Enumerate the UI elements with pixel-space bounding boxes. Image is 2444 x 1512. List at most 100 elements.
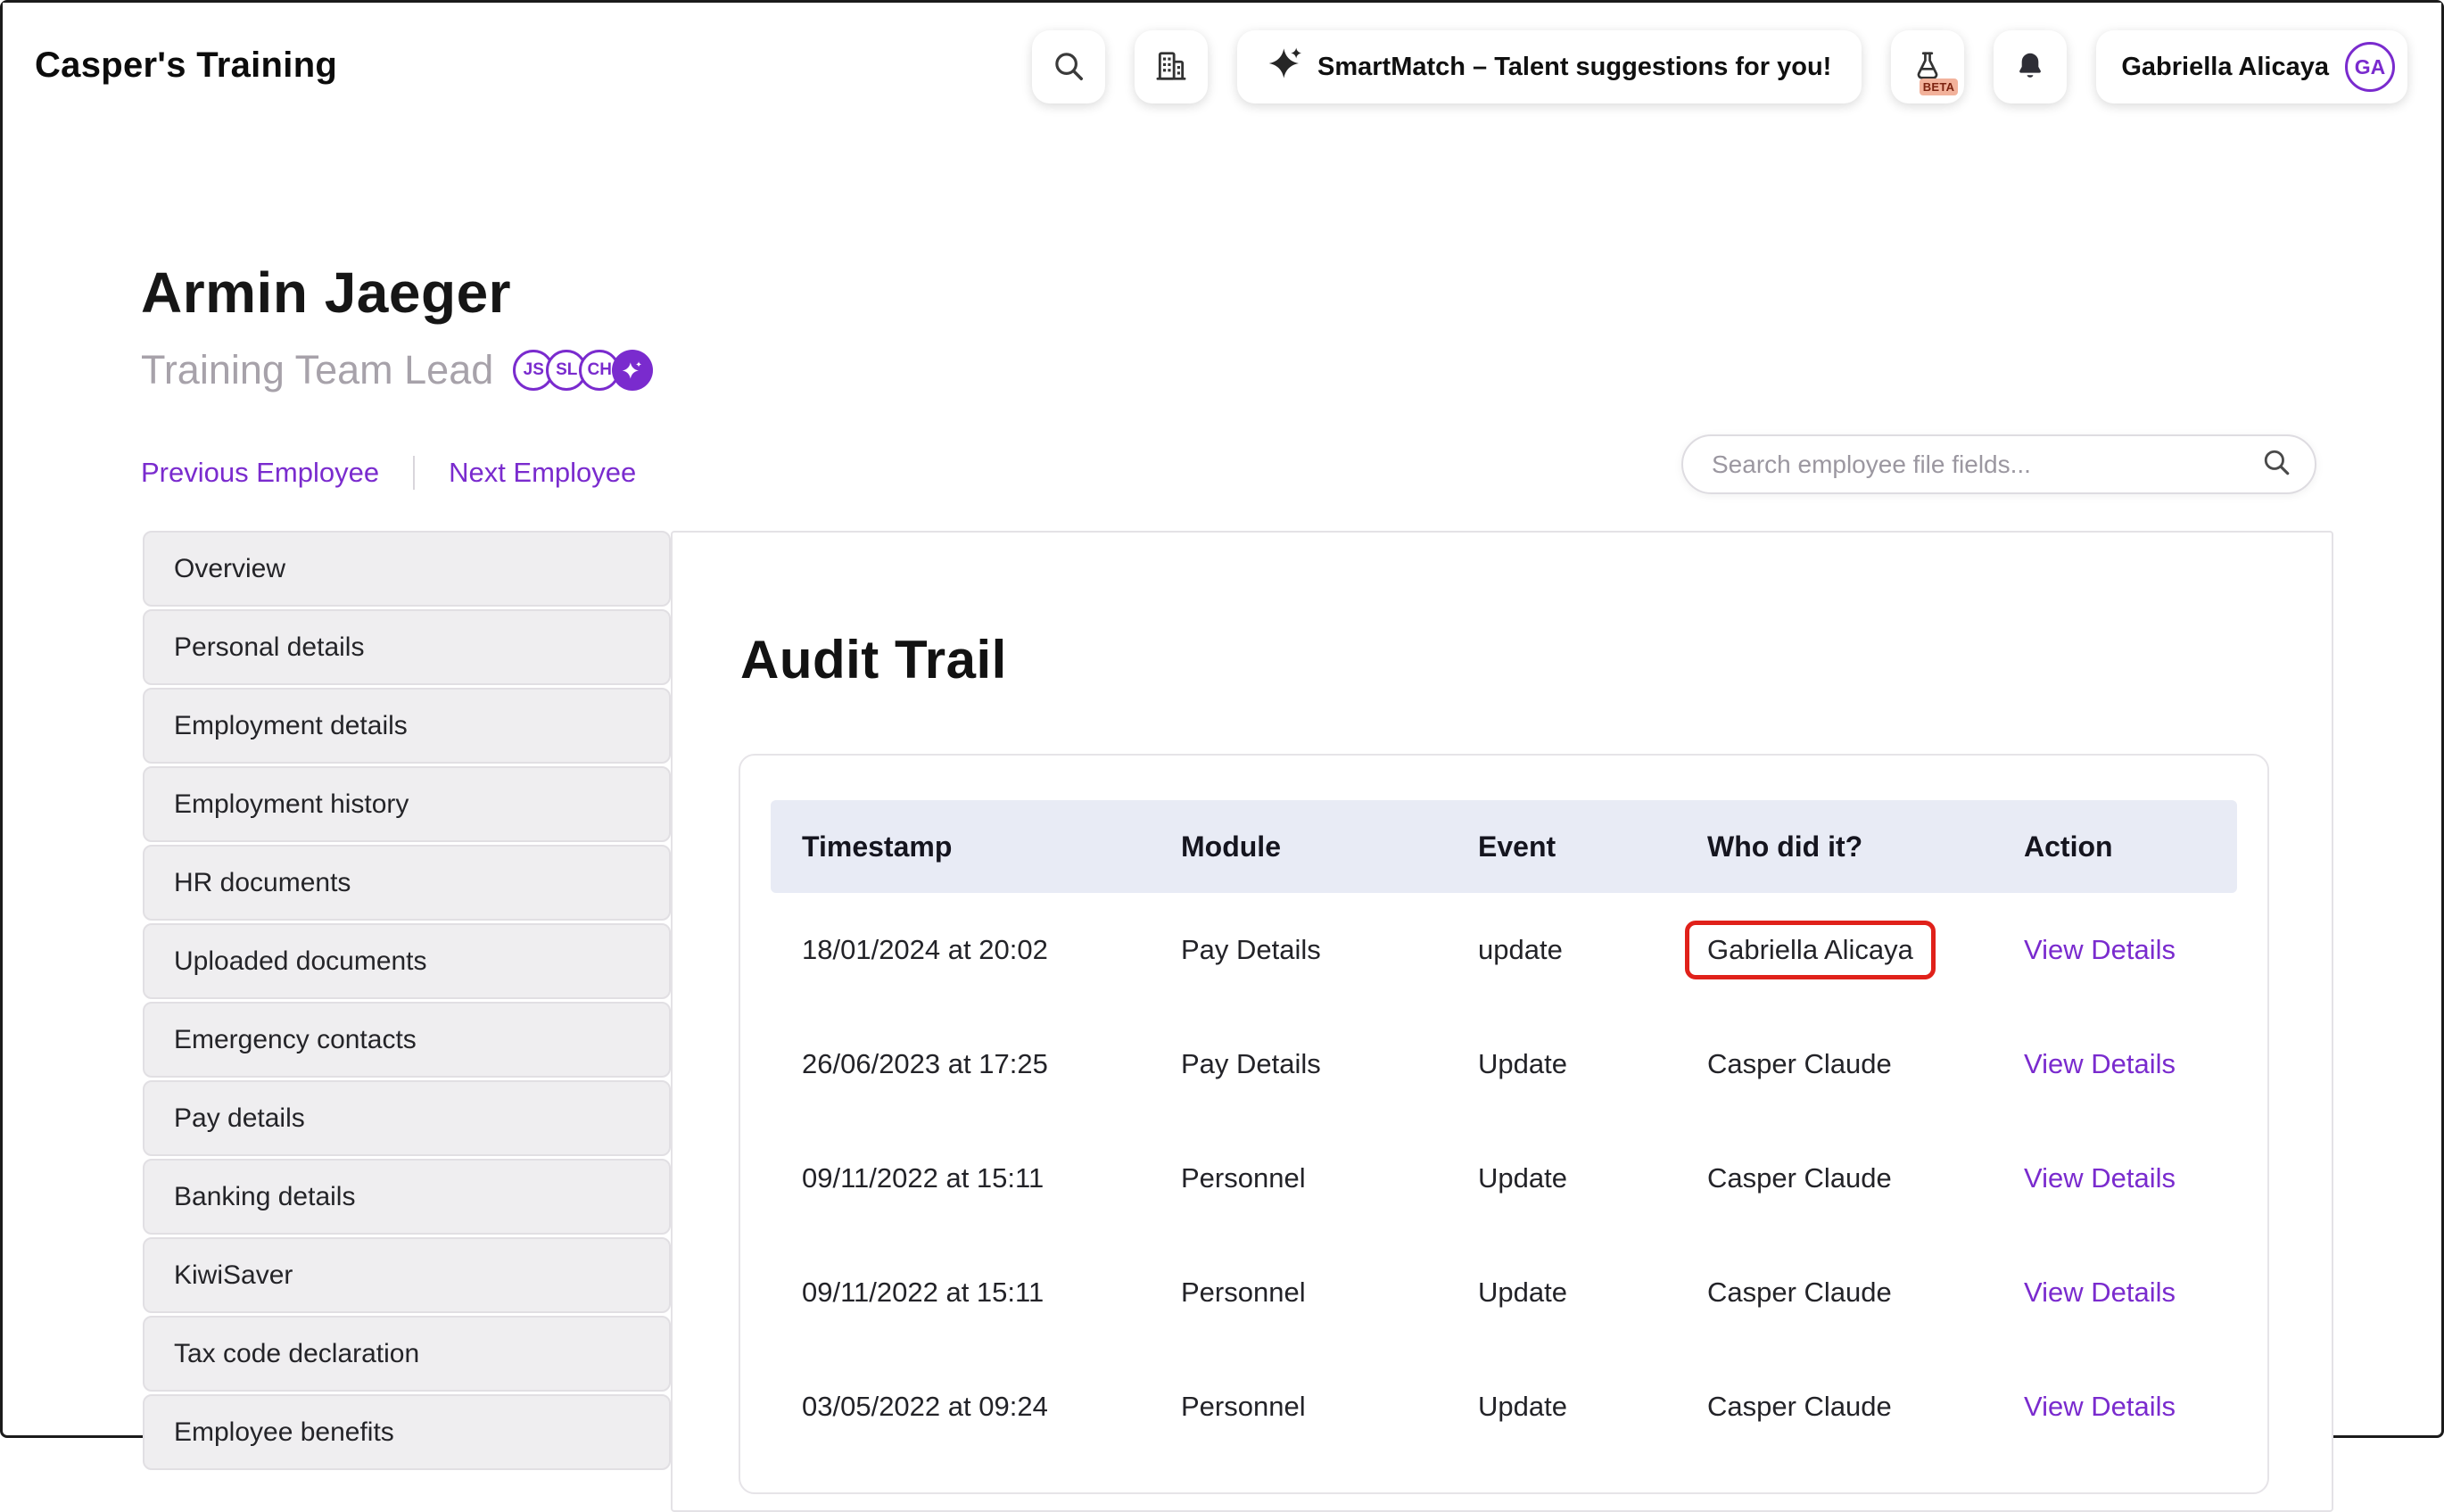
column-header: Timestamp (771, 830, 1150, 863)
column-header: Event (1447, 830, 1676, 863)
organisation-button[interactable] (1135, 30, 1208, 103)
sidebar-item[interactable]: Employment history (143, 766, 671, 842)
column-header: Action (1993, 830, 2237, 863)
cell-event: Update (1447, 1048, 1676, 1080)
sidebar-item-label: Pay details (174, 1103, 305, 1134)
cell-who: Casper Claude (1676, 1048, 1993, 1080)
employee-file-search (1681, 434, 2316, 494)
cell-module: Pay Details (1150, 1048, 1447, 1080)
cell-event: update (1447, 934, 1676, 966)
cell-module: Personnel (1150, 1277, 1447, 1309)
table-header: Timestamp Module Event Who did it? Actio… (771, 800, 2237, 893)
view-details-link[interactable]: View Details (2024, 1162, 2176, 1194)
sidebar: Overview Personal details Employment det… (143, 531, 671, 1473)
beta-labs-button[interactable]: BETA (1891, 30, 1964, 103)
sidebar-item[interactable]: Uploaded documents (143, 923, 671, 999)
page-title: Audit Trail (740, 629, 1007, 690)
employee-role: Training Team Lead (141, 347, 493, 393)
app-title: Casper's Training (35, 45, 337, 86)
who-value: Casper Claude (1707, 1277, 1892, 1309)
cell-event: Update (1447, 1391, 1676, 1423)
content-panel: Audit Trail Timestamp Module Event Who d… (671, 531, 2333, 1512)
sidebar-item-label: KiwiSaver (174, 1260, 293, 1291)
sidebar-item-label: Uploaded documents (174, 946, 427, 977)
sidebar-item[interactable]: Banking details (143, 1159, 671, 1235)
who-value: Gabriella Alicaya (1685, 921, 1936, 979)
employee-pager: Previous Employee Next Employee (141, 456, 636, 490)
sidebar-item-label: Tax code declaration (174, 1339, 419, 1369)
cell-event: Update (1447, 1162, 1676, 1194)
ai-sparkle-badge[interactable] (612, 350, 653, 391)
cell-action: View Details (1993, 1277, 2237, 1309)
table-row: 18/01/2024 at 20:02 Pay Details update G… (771, 893, 2237, 1007)
column-header: Module (1150, 830, 1447, 863)
cell-module: Personnel (1150, 1391, 1447, 1423)
cell-action: View Details (1993, 1048, 2237, 1080)
sidebar-item-label: HR documents (174, 868, 351, 898)
audit-table-card: Timestamp Module Event Who did it? Actio… (739, 754, 2269, 1494)
cell-module: Pay Details (1150, 934, 1447, 966)
employee-name: Armin Jaeger (141, 260, 511, 326)
sidebar-item[interactable]: Employee benefits (143, 1394, 671, 1470)
employee-subtitle: Training Team Lead JS SL CH (141, 347, 653, 393)
cell-who: Casper Claude (1676, 1277, 1993, 1309)
cell-timestamp: 26/06/2023 at 17:25 (771, 1048, 1150, 1080)
sidebar-item-label: Personal details (174, 632, 364, 663)
notifications-button[interactable] (1994, 30, 2067, 103)
cell-who: Casper Claude (1676, 1391, 1993, 1423)
sidebar-item[interactable]: Employment details (143, 688, 671, 764)
user-menu[interactable]: Gabriella Alicaya GA (2096, 30, 2407, 103)
smartmatch-button[interactable]: SmartMatch – Talent suggestions for you! (1237, 30, 1862, 103)
who-value: Casper Claude (1707, 1162, 1892, 1194)
sidebar-item[interactable]: Personal details (143, 609, 671, 685)
cell-timestamp: 18/01/2024 at 20:02 (771, 934, 1150, 966)
cell-timestamp: 03/05/2022 at 09:24 (771, 1391, 1150, 1423)
building-icon (1154, 49, 1188, 86)
sidebar-item-label: Employment details (174, 711, 408, 741)
sidebar-item[interactable]: HR documents (143, 845, 671, 921)
table-row: 09/11/2022 at 15:11 Personnel Update Cas… (771, 1235, 2237, 1350)
table-row: 09/11/2022 at 15:11 Personnel Update Cas… (771, 1121, 2237, 1235)
cell-action: View Details (1993, 1162, 2237, 1194)
cell-timestamp: 09/11/2022 at 15:11 (771, 1162, 1150, 1194)
table-row: 03/05/2022 at 09:24 Personnel Update Cas… (771, 1350, 2237, 1464)
cell-timestamp: 09/11/2022 at 15:11 (771, 1277, 1150, 1309)
table-body: 18/01/2024 at 20:02 Pay Details update G… (771, 893, 2237, 1464)
sidebar-item-label: Emergency contacts (174, 1025, 417, 1055)
sidebar-item[interactable]: KiwiSaver (143, 1237, 671, 1313)
view-details-link[interactable]: View Details (2024, 1391, 2176, 1422)
sidebar-item[interactable]: Tax code declaration (143, 1316, 671, 1392)
who-value: Casper Claude (1707, 1391, 1892, 1423)
divider (413, 456, 415, 490)
employee-badges: JS SL CH (513, 350, 653, 391)
cell-event: Update (1447, 1277, 1676, 1309)
cell-action: View Details (1993, 1391, 2237, 1423)
sparkle-icon (1267, 45, 1303, 88)
sidebar-item-label: Overview (174, 554, 285, 584)
cell-who: Gabriella Alicaya (1676, 921, 1993, 979)
view-details-link[interactable]: View Details (2024, 934, 2176, 965)
avatar: GA (2345, 42, 2395, 92)
cell-who: Casper Claude (1676, 1162, 1993, 1194)
next-employee-link[interactable]: Next Employee (449, 457, 636, 489)
sidebar-item[interactable]: Emergency contacts (143, 1002, 671, 1078)
table-row: 26/06/2023 at 17:25 Pay Details Update C… (771, 1007, 2237, 1121)
search-input[interactable] (1712, 450, 2261, 479)
previous-employee-link[interactable]: Previous Employee (141, 457, 379, 489)
sidebar-item-label: Employment history (174, 789, 409, 820)
who-value: Casper Claude (1707, 1048, 1892, 1080)
sidebar-item[interactable]: Pay details (143, 1080, 671, 1156)
column-header: Who did it? (1676, 830, 1993, 863)
beta-badge: BETA (1920, 78, 1959, 95)
global-search-button[interactable] (1032, 30, 1105, 103)
view-details-link[interactable]: View Details (2024, 1277, 2176, 1308)
search-icon[interactable] (2261, 447, 2291, 482)
bell-icon (2014, 50, 2046, 85)
smartmatch-label: SmartMatch – Talent suggestions for you! (1317, 53, 1831, 82)
topbar: Casper's Training (3, 3, 2441, 131)
search-icon (1052, 49, 1086, 86)
topbar-actions: SmartMatch – Talent suggestions for you!… (1032, 30, 2407, 103)
sidebar-item[interactable]: Overview (143, 531, 671, 607)
cell-module: Personnel (1150, 1162, 1447, 1194)
view-details-link[interactable]: View Details (2024, 1048, 2176, 1079)
